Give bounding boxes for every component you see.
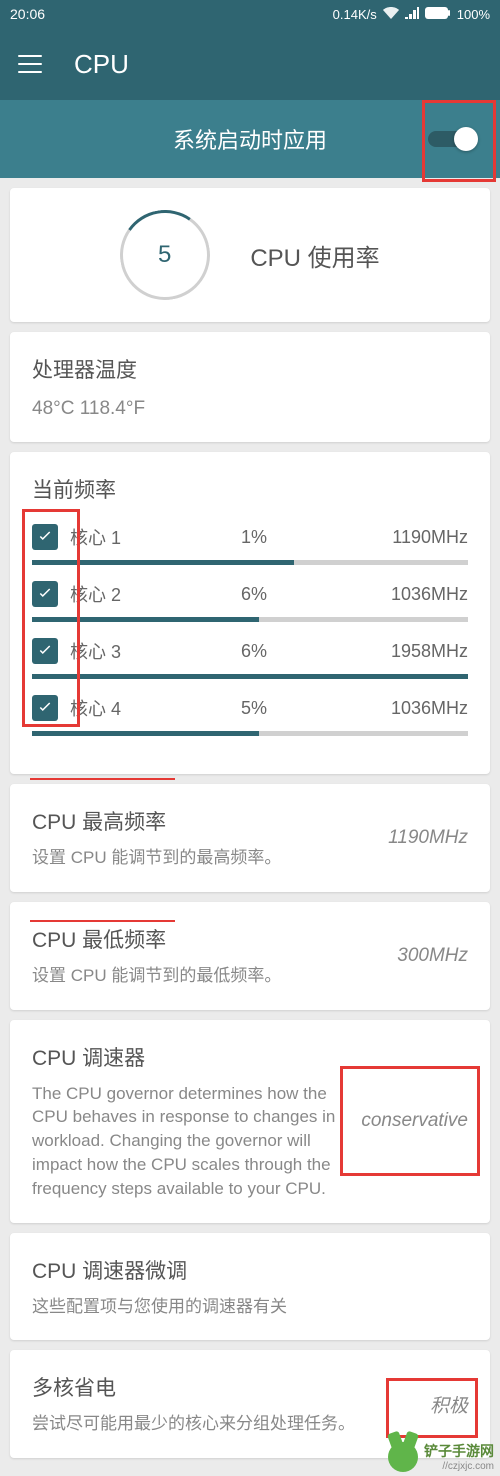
core-usage-pct: 6% [152,641,356,662]
core-checkbox[interactable] [32,581,58,607]
watermark: 铲子手游网 //czjxjc.com [388,1441,494,1472]
governor-tuning-card[interactable]: CPU 调速器微调 这些配置项与您使用的调速器有关 [10,1233,490,1341]
core-checkbox[interactable] [32,524,58,550]
core-progress-bar [32,674,468,679]
temp-title: 处理器温度 [32,354,468,384]
apply-on-boot-label: 系统启动时应用 [173,123,327,155]
temp-value: 48°C 118.4°F [32,398,468,420]
watermark-logo-icon [388,1442,418,1472]
freq-title: 当前频率 [32,474,468,504]
tuning-desc: 这些配置项与您使用的调速器有关 [32,1295,468,1319]
cpu-usage-card: 5 CPU 使用率 [10,188,490,322]
max-freq-desc: 设置 CPU 能调节到的最高频率。 [32,846,372,870]
core-progress-bar [32,560,468,565]
page-title: CPU [74,49,129,80]
watermark-text-cn: 铲子手游网 [424,1441,494,1461]
battery-pct: 100% [457,7,490,22]
core-row: 核心 3 6% 1958MHz [32,638,468,664]
core-progress-bar [32,731,468,736]
min-freq-desc: 设置 CPU 能调节到的最低频率。 [32,964,381,988]
min-freq-title: CPU 最低频率 [32,924,381,954]
multicore-desc: 尝试尽可能用最少的核心来分组处理任务。 [32,1412,414,1436]
core-name: 核心 3 [70,638,140,664]
signal-icon [405,7,419,22]
min-freq-value: 300MHz [397,945,468,967]
current-freq-card: 当前频率 核心 1 1% 1190MHz 核心 2 6% 1036MHz 核心 … [10,452,490,774]
min-freq-card[interactable]: CPU 最低频率 设置 CPU 能调节到的最低频率。 300MHz [10,902,490,1010]
status-bar: 20:06 0.14K/s 100% [0,0,500,28]
apply-on-boot-toggle[interactable] [428,125,478,153]
battery-icon [425,7,451,22]
core-checkbox[interactable] [32,695,58,721]
core-row: 核心 1 1% 1190MHz [32,524,468,550]
core-name: 核心 1 [70,524,140,550]
core-freq: 1190MHz [368,527,468,548]
core-row: 核心 2 6% 1036MHz [32,581,468,607]
core-freq: 1958MHz [368,641,468,662]
governor-card[interactable]: CPU 调速器 The CPU governor determines how … [10,1020,490,1223]
governor-desc: The CPU governor determines how the CPU … [32,1082,345,1201]
core-usage-pct: 6% [152,584,356,605]
max-freq-title: CPU 最高频率 [32,806,372,836]
core-row: 核心 4 5% 1036MHz [32,695,468,721]
usage-value: 5 [159,241,172,269]
app-bar: CPU [0,28,500,100]
cpu-temp-card: 处理器温度 48°C 118.4°F [10,332,490,442]
core-name: 核心 4 [70,695,140,721]
status-right: 0.14K/s 100% [333,7,490,22]
core-progress-bar [32,617,468,622]
multicore-title: 多核省电 [32,1372,414,1402]
multicore-value: 积极 [430,1391,468,1418]
core-usage-pct: 1% [152,527,356,548]
usage-label: CPU 使用率 [250,238,379,273]
wifi-icon [383,7,399,22]
apply-on-boot-row[interactable]: 系统启动时应用 [0,100,500,178]
status-time: 20:06 [10,6,45,22]
core-name: 核心 2 [70,581,140,607]
usage-gauge: 5 [113,203,217,307]
core-freq: 1036MHz [368,584,468,605]
governor-value: conservative [361,1110,468,1132]
core-usage-pct: 5% [152,698,356,719]
network-speed: 0.14K/s [333,7,377,22]
hamburger-menu-icon[interactable] [18,55,42,73]
max-freq-card[interactable]: CPU 最高频率 设置 CPU 能调节到的最高频率。 1190MHz [10,784,490,892]
core-freq: 1036MHz [368,698,468,719]
max-freq-value: 1190MHz [388,827,468,849]
tuning-title: CPU 调速器微调 [32,1255,468,1285]
core-checkbox[interactable] [32,638,58,664]
watermark-text-en: //czjxjc.com [424,1461,494,1472]
governor-title: CPU 调速器 [32,1042,345,1072]
